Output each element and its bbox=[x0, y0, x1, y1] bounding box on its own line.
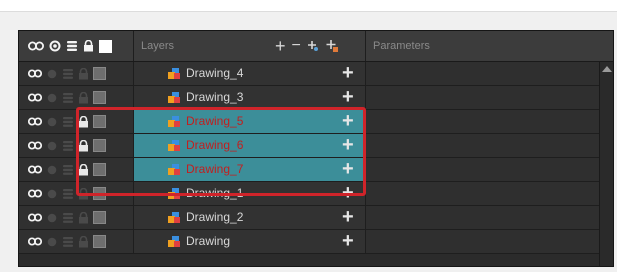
layer-toggle-icons bbox=[19, 62, 133, 85]
expand-layer-button[interactable]: + bbox=[342, 230, 354, 252]
visibility-toggle-icon[interactable] bbox=[28, 68, 42, 79]
solo-toggle-icon[interactable] bbox=[46, 236, 58, 248]
layer-row[interactable]: Drawing_4 + bbox=[19, 62, 613, 86]
layer-toggle-icons bbox=[19, 86, 133, 109]
lock-icon[interactable] bbox=[78, 211, 89, 224]
solo-toggle-icon[interactable] bbox=[46, 140, 58, 152]
solo-toggle-icon[interactable] bbox=[46, 212, 58, 224]
layers-stack-icon[interactable] bbox=[66, 40, 78, 52]
visibility-toggle-icon[interactable] bbox=[28, 188, 42, 199]
layer-parameters-cell bbox=[366, 110, 599, 133]
header-divider bbox=[133, 31, 134, 61]
show-all-icon[interactable] bbox=[28, 40, 44, 52]
solo-toggle-icon[interactable] bbox=[46, 92, 58, 104]
layer-name-label: Drawing_4 bbox=[186, 66, 244, 80]
layer-parameters-cell bbox=[366, 158, 599, 181]
add-layer-button[interactable]: + bbox=[275, 31, 286, 61]
layer-parameters-cell bbox=[366, 134, 599, 157]
expand-layer-button[interactable]: + bbox=[342, 86, 354, 108]
layer-stack-icon[interactable] bbox=[62, 92, 74, 104]
callout-highlight-box bbox=[76, 107, 366, 196]
drawing-layer-icon bbox=[168, 68, 180, 79]
layer-stack-icon[interactable] bbox=[62, 140, 74, 152]
layer-name-label: Drawing bbox=[186, 234, 231, 248]
layer-parameters-cell bbox=[366, 86, 599, 109]
parameters-column-label: Parameters bbox=[373, 40, 430, 52]
add-drawing-layer-icon[interactable] bbox=[307, 40, 319, 52]
layer-stack-icon[interactable] bbox=[62, 236, 74, 248]
layer-color-swatch-icon[interactable] bbox=[93, 211, 106, 224]
layer-color-swatch-icon[interactable] bbox=[93, 235, 106, 248]
layer-stack-icon[interactable] bbox=[62, 68, 74, 80]
visibility-toggle-icon[interactable] bbox=[28, 92, 42, 103]
drawing-layer-icon bbox=[168, 236, 180, 247]
window-frame: Layers + − Parameters Drawing_4 + Drawin… bbox=[0, 11, 617, 272]
solo-toggle-icon[interactable] bbox=[49, 40, 61, 52]
layer-name-cell[interactable]: Drawing + bbox=[134, 230, 365, 253]
layer-color-swatch-icon[interactable] bbox=[93, 67, 106, 80]
layer-name-cell[interactable]: Drawing_3 + bbox=[134, 86, 365, 109]
add-peg-layer-icon[interactable] bbox=[325, 39, 339, 53]
layer-parameters-cell bbox=[366, 62, 599, 85]
solo-toggle-icon[interactable] bbox=[46, 188, 58, 200]
header-toggle-icons bbox=[19, 31, 133, 61]
layer-toolbar: + − bbox=[275, 31, 339, 61]
remove-layer-button[interactable]: − bbox=[292, 31, 301, 61]
solo-toggle-icon[interactable] bbox=[46, 68, 58, 80]
visibility-toggle-icon[interactable] bbox=[28, 236, 42, 247]
timeline-header: Layers + − Parameters bbox=[19, 31, 613, 62]
solo-toggle-icon[interactable] bbox=[46, 116, 58, 128]
layer-row[interactable]: Drawing_2 + bbox=[19, 206, 613, 230]
visibility-toggle-icon[interactable] bbox=[28, 164, 42, 175]
drawing-layer-icon bbox=[168, 92, 180, 103]
layer-parameters-cell bbox=[366, 206, 599, 229]
expand-layer-button[interactable]: + bbox=[342, 62, 354, 84]
layer-stack-icon[interactable] bbox=[62, 212, 74, 224]
layers-column-label: Layers bbox=[141, 40, 175, 52]
layer-stack-icon[interactable] bbox=[62, 116, 74, 128]
color-swatch-toggle-icon[interactable] bbox=[99, 39, 112, 53]
visibility-toggle-icon[interactable] bbox=[28, 212, 42, 223]
visibility-toggle-icon[interactable] bbox=[28, 140, 42, 151]
scroll-up-arrow-icon[interactable] bbox=[602, 66, 612, 72]
solo-toggle-icon[interactable] bbox=[46, 164, 58, 176]
expand-layer-button[interactable]: + bbox=[342, 206, 354, 228]
layer-stack-icon[interactable] bbox=[62, 164, 74, 176]
layer-toggle-icons bbox=[19, 206, 133, 229]
layer-name-label: Drawing_2 bbox=[186, 210, 244, 224]
layer-parameters-cell bbox=[366, 230, 599, 253]
vertical-scrollbar[interactable] bbox=[599, 62, 613, 266]
layer-stack-icon[interactable] bbox=[62, 188, 74, 200]
drawing-layer-icon bbox=[168, 212, 180, 223]
layer-name-cell[interactable]: Drawing_2 + bbox=[134, 206, 365, 229]
lock-icon[interactable] bbox=[78, 67, 89, 80]
layer-color-swatch-icon[interactable] bbox=[93, 91, 106, 104]
layer-name-label: Drawing_3 bbox=[186, 90, 244, 104]
header-divider-2 bbox=[365, 31, 366, 61]
lock-all-icon[interactable] bbox=[83, 40, 94, 52]
lock-icon[interactable] bbox=[78, 235, 89, 248]
lock-icon[interactable] bbox=[78, 91, 89, 104]
layer-parameters-cell bbox=[366, 182, 599, 205]
visibility-toggle-icon[interactable] bbox=[28, 116, 42, 127]
layer-toggle-icons bbox=[19, 230, 133, 253]
layer-row[interactable]: Drawing + bbox=[19, 230, 613, 254]
layer-name-cell[interactable]: Drawing_4 + bbox=[134, 62, 365, 85]
